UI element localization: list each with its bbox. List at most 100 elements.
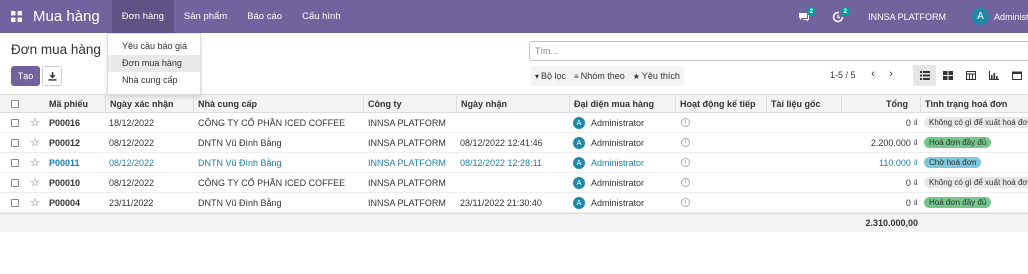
status-badge: Chờ hoá đơn bbox=[924, 157, 982, 168]
filters-button[interactable]: ▾ Bộ lọc bbox=[531, 66, 570, 86]
row-total: 0 ₫ bbox=[905, 177, 918, 188]
star-icon: ★ bbox=[632, 71, 640, 81]
filter-bar: ▾ Bộ lọc ≡ Nhóm theo ★ Yêu thích bbox=[531, 66, 684, 86]
row-vendor: DNTN Vũ Đình Bằng bbox=[198, 137, 282, 148]
list-view-icon[interactable] bbox=[913, 65, 936, 86]
graph-view-icon[interactable] bbox=[982, 65, 1005, 86]
priority-star-icon[interactable]: ☆ bbox=[30, 113, 40, 132]
row-receipt-date: 08/12/2022 12:41:46 bbox=[460, 137, 543, 148]
row-representative: A Administrator bbox=[573, 173, 644, 192]
messages-badge: 2 bbox=[806, 6, 817, 16]
row-checkbox[interactable] bbox=[11, 193, 19, 212]
header-invoice-status[interactable]: Tình trạng hoá đơn bbox=[920, 95, 1028, 112]
header-representative[interactable]: Đại diện mua hàng bbox=[569, 95, 675, 112]
rep-name: Administrator bbox=[591, 117, 645, 128]
table-row[interactable]: ☆ P00012 08/12/2022 DNTN Vũ Đình Bằng IN… bbox=[0, 133, 1028, 153]
table-row[interactable]: ☆ P00004 23/11/2022 DNTN Vũ Đình Bằng IN… bbox=[0, 193, 1028, 213]
row-date: 08/12/2022 bbox=[109, 157, 155, 168]
rep-name: Administrator bbox=[591, 157, 645, 168]
priority-star-icon[interactable]: ☆ bbox=[30, 133, 40, 152]
header-receipt-date[interactable]: Ngày nhận bbox=[456, 95, 569, 112]
row-date: 08/12/2022 bbox=[109, 177, 155, 188]
pager-value[interactable]: 1-5 / 5 bbox=[830, 70, 856, 80]
table-row[interactable]: ☆ P00011 08/12/2022 DNTN Vũ Đình Bằng IN… bbox=[0, 153, 1028, 173]
messages-icon[interactable]: 2 bbox=[794, 6, 817, 27]
pager-next-icon[interactable]: › bbox=[884, 67, 898, 81]
row-invoice-status: Hoá đơn đầy đủ bbox=[924, 193, 992, 212]
download-button[interactable] bbox=[42, 66, 62, 86]
user-menu[interactable]: Administrator bbox=[994, 12, 1028, 22]
row-representative: A Administrator bbox=[573, 193, 644, 212]
header-source-document[interactable]: Tài liệu gốc bbox=[766, 95, 841, 112]
row-vendor: DNTN Vũ Đình Bằng bbox=[198, 197, 282, 208]
menu-products[interactable]: Sản phẩm bbox=[174, 0, 237, 33]
row-total: 2.200.000 ₫ bbox=[870, 137, 918, 148]
row-company: INNSA PLATFORM bbox=[368, 157, 446, 168]
header-vendor[interactable]: Nhà cung cấp bbox=[193, 95, 363, 112]
group-by-button[interactable]: ≡ Nhóm theo bbox=[570, 66, 629, 86]
app-name[interactable]: Mua hàng bbox=[33, 8, 100, 25]
row-invoice-status: Chờ hoá đơn bbox=[924, 153, 982, 172]
purchase-orders-table: Mã phiếu Ngày xác nhận Nhà cung cấp Công… bbox=[0, 94, 1028, 232]
row-total: 110.000 ₫ bbox=[879, 157, 918, 168]
header-next-activity[interactable]: Hoạt động kế tiếp bbox=[675, 95, 766, 112]
priority-star-icon[interactable]: ☆ bbox=[30, 193, 40, 212]
table-row[interactable]: ☆ P00010 08/12/2022 CÔNG TY CỔ PHẦN ICED… bbox=[0, 173, 1028, 193]
status-badge: Không có gì để xuất hoá đơn bbox=[924, 177, 1028, 188]
row-company: INNSA PLATFORM bbox=[368, 117, 446, 128]
filters-label: Bộ lọc bbox=[541, 71, 567, 81]
user-avatar[interactable]: A bbox=[972, 8, 989, 25]
activity-clock-icon[interactable] bbox=[681, 153, 690, 172]
top-navbar: Mua hàng Đơn hàng Sản phẩm Báo cáo Cấu h… bbox=[0, 0, 1028, 33]
activity-clock-icon[interactable] bbox=[681, 133, 690, 152]
dropdown-item-rfq[interactable]: Yêu cầu báo giá bbox=[108, 38, 200, 55]
activity-view-icon[interactable] bbox=[1005, 65, 1028, 86]
priority-star-icon[interactable]: ☆ bbox=[30, 153, 40, 172]
dropdown-item-purchase-orders[interactable]: Đơn mua hàng bbox=[108, 55, 200, 72]
download-icon bbox=[47, 71, 57, 81]
select-all-checkbox[interactable] bbox=[11, 95, 19, 112]
favorites-button[interactable]: ★ Yêu thích bbox=[629, 66, 684, 86]
search-placeholder: Tìm... bbox=[535, 46, 558, 56]
search-input[interactable]: Tìm... bbox=[529, 41, 1028, 61]
rep-avatar: A bbox=[573, 116, 585, 129]
menu-orders[interactable]: Đơn hàng bbox=[111, 0, 174, 33]
company-switcher[interactable]: INNSA PLATFORM bbox=[868, 12, 946, 22]
rep-name: Administrator bbox=[591, 197, 645, 208]
row-receipt-date: 23/11/2022 21:30:40 bbox=[460, 197, 542, 208]
funnel-icon: ▾ bbox=[535, 71, 540, 81]
activity-clock-icon[interactable] bbox=[681, 173, 690, 192]
menu-reporting[interactable]: Báo cáo bbox=[237, 0, 292, 33]
rep-name: Administrator bbox=[591, 177, 645, 188]
apps-menu-icon[interactable] bbox=[0, 0, 33, 33]
row-checkbox[interactable] bbox=[11, 113, 19, 132]
row-ref: P00004 bbox=[49, 197, 81, 208]
activity-clock-icon[interactable] bbox=[681, 113, 690, 132]
dropdown-item-vendors[interactable]: Nhà cung cấp bbox=[108, 72, 200, 89]
row-company: INNSA PLATFORM bbox=[368, 137, 446, 148]
header-total[interactable]: Tổng bbox=[841, 95, 920, 112]
header-company[interactable]: Công ty bbox=[363, 95, 456, 112]
row-checkbox[interactable] bbox=[11, 153, 19, 172]
calendar-view-icon[interactable] bbox=[959, 65, 982, 86]
activity-clock-icon[interactable] bbox=[681, 193, 690, 212]
menu-configuration[interactable]: Cấu hình bbox=[292, 0, 351, 33]
priority-star-icon[interactable]: ☆ bbox=[30, 173, 40, 192]
table-row[interactable]: ☆ P00016 18/12/2022 CÔNG TY CỔ PHẦN ICED… bbox=[0, 113, 1028, 133]
header-date[interactable]: Ngày xác nhận bbox=[105, 95, 193, 112]
row-representative: A Administrator bbox=[573, 133, 644, 152]
activities-badge: 2 bbox=[840, 6, 851, 16]
pager-previous-icon[interactable]: ‹ bbox=[866, 67, 880, 81]
header-ref[interactable]: Mã phiếu bbox=[49, 95, 105, 112]
row-invoice-status: Hoá đơn đầy đủ bbox=[924, 133, 992, 152]
row-date: 23/11/2022 bbox=[109, 197, 154, 208]
row-total: 0 ₫ bbox=[905, 117, 918, 128]
row-date: 18/12/2022 bbox=[109, 117, 155, 128]
sum-total: 2.310.000,00 bbox=[865, 218, 918, 228]
activities-icon[interactable]: 2 bbox=[828, 6, 851, 27]
row-checkbox[interactable] bbox=[11, 173, 19, 192]
create-button[interactable]: Tạo bbox=[11, 66, 40, 86]
row-checkbox[interactable] bbox=[11, 133, 19, 152]
kanban-view-icon[interactable] bbox=[936, 65, 959, 86]
row-invoice-status: Không có gì để xuất hoá đơn bbox=[924, 173, 1028, 192]
